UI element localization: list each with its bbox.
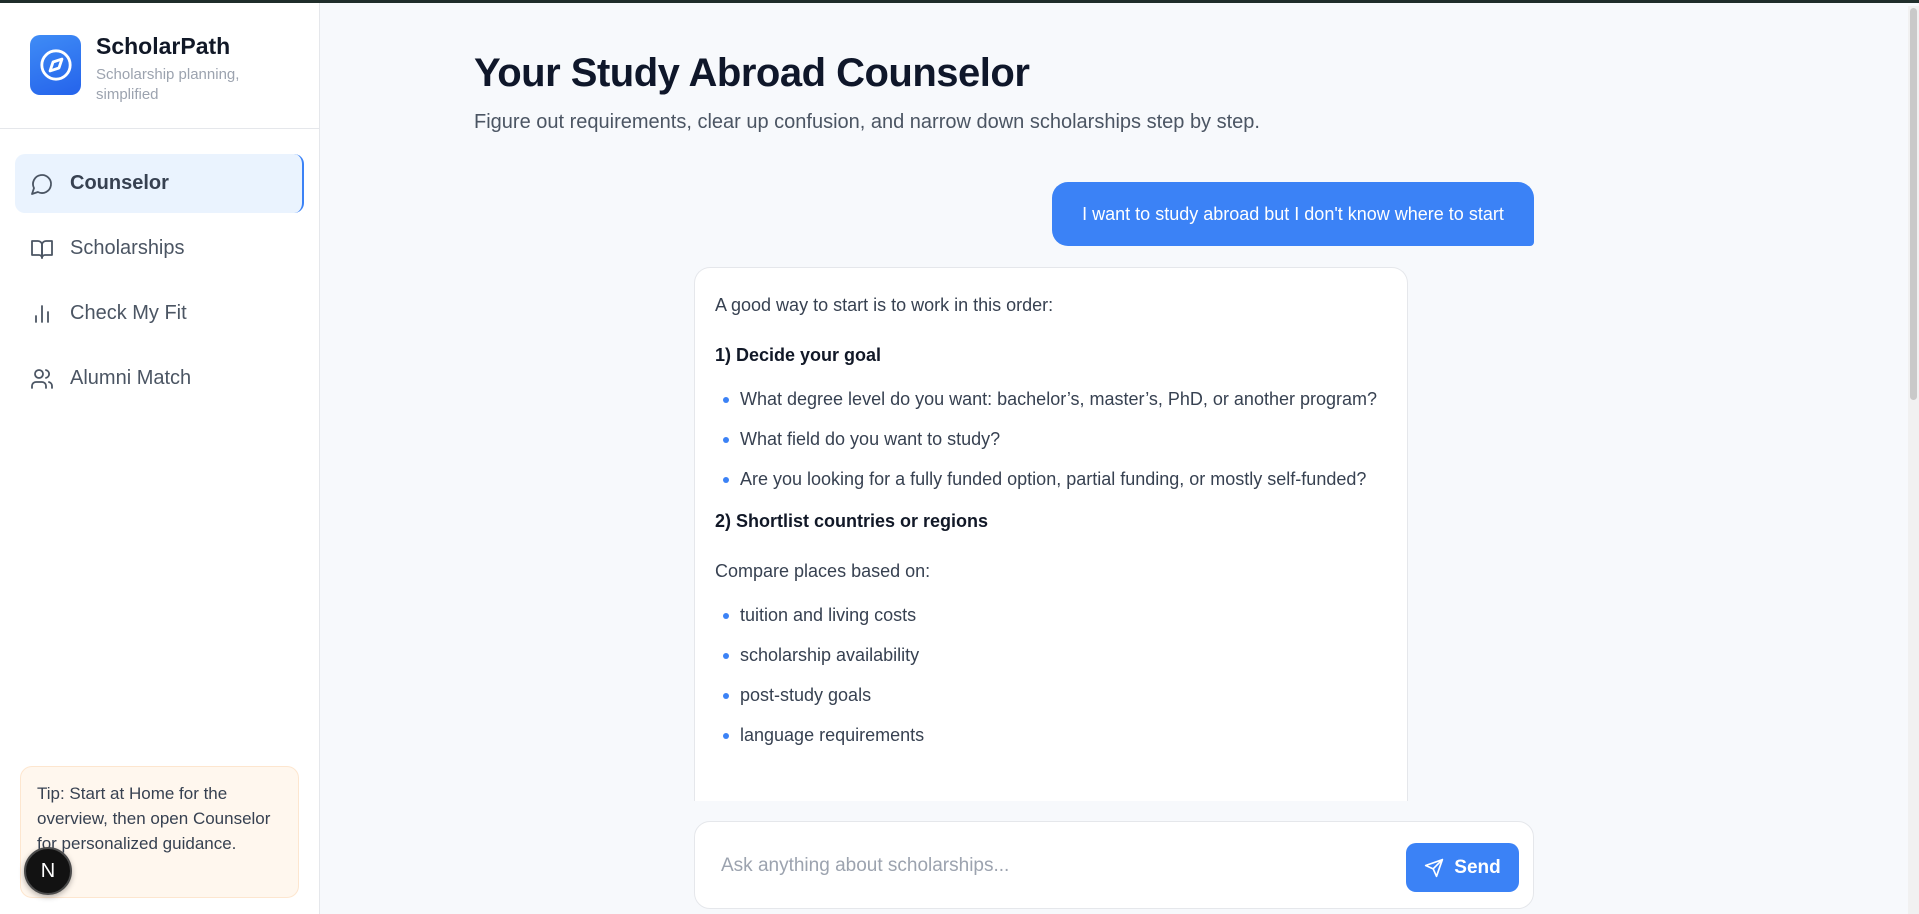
dev-tools-badge[interactable]: N xyxy=(24,847,72,895)
bullet-list: tuition and living costs scholarship ava… xyxy=(715,600,1387,750)
sidebar-item-label: Scholarships xyxy=(70,237,185,259)
section-intro: Compare places based on: xyxy=(715,561,931,581)
sidebar-item-label: Check My Fit xyxy=(70,302,187,324)
chat-bubble-icon xyxy=(29,171,55,197)
send-label: Send xyxy=(1454,856,1501,878)
sidebar: ScholarPath Scholarship planning, simpli… xyxy=(0,3,320,914)
sidebar-item-check-my-fit[interactable]: Check My Fit xyxy=(15,284,304,343)
assistant-message: A good way to start is to work in this o… xyxy=(694,267,1408,801)
compass-logo-icon xyxy=(30,35,81,95)
list-item: Are you looking for a fully funded optio… xyxy=(715,464,1387,494)
list-item: post-study goals xyxy=(715,680,1387,710)
page-subtitle: Figure out requirements, clear up confus… xyxy=(474,111,1260,133)
brand-name: ScholarPath xyxy=(96,33,231,59)
list-item: tuition and living costs xyxy=(715,600,1387,630)
section-heading: 2) Shortlist countries or regions xyxy=(715,511,989,531)
sidebar-item-label: Alumni Match xyxy=(70,367,192,389)
book-open-icon xyxy=(29,236,55,262)
page-scrollbar[interactable] xyxy=(1908,6,1919,914)
list-item: language requirements xyxy=(715,720,1387,750)
sidebar-item-scholarships[interactable]: Scholarships xyxy=(15,219,304,278)
list-item: What field do you want to study? xyxy=(715,424,1387,454)
user-message: I want to study abroad but I don't know … xyxy=(1052,182,1534,246)
send-button[interactable]: Send xyxy=(1406,843,1519,892)
sidebar-item-counselor[interactable]: Counselor xyxy=(15,154,304,213)
assistant-intro: A good way to start is to work in this o… xyxy=(715,295,1054,315)
bullet-list: What degree level do you want: bachelor’… xyxy=(715,384,1387,494)
send-icon xyxy=(1425,858,1444,877)
brand-tagline: Scholarship planning, simplified xyxy=(96,66,240,103)
message-input[interactable] xyxy=(721,848,1371,884)
sidebar-nav: Counselor Scholarships Check My Fit Alum… xyxy=(15,154,304,414)
list-item: What degree level do you want: bachelor’… xyxy=(715,384,1387,414)
users-icon xyxy=(29,366,55,392)
list-item: scholarship availability xyxy=(715,640,1387,670)
sidebar-item-label: Counselor xyxy=(70,172,169,194)
bar-chart-icon xyxy=(29,301,55,327)
page-title: Your Study Abroad Counselor xyxy=(474,51,1030,95)
message-composer: Send xyxy=(694,821,1534,909)
sidebar-item-alumni-match[interactable]: Alumni Match xyxy=(15,349,304,408)
brand-header: ScholarPath Scholarship planning, simpli… xyxy=(0,3,319,129)
scrollbar-thumb[interactable] xyxy=(1910,8,1917,400)
section-heading: 1) Decide your goal xyxy=(715,345,882,365)
